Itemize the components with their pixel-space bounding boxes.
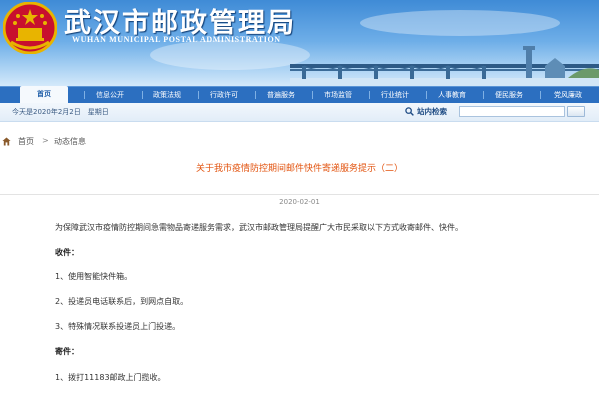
national-emblem-icon bbox=[3, 2, 57, 54]
nav-item-statistics[interactable]: 行业统计 bbox=[371, 87, 419, 103]
date-search-bar: 今天是2020年2月2日 星期日 站内检索 bbox=[0, 103, 599, 122]
current-date: 今天是2020年2月2日 星期日 bbox=[12, 108, 109, 116]
nav-divider bbox=[312, 91, 313, 99]
search-label: 站内检索 bbox=[417, 107, 447, 116]
nav-divider bbox=[483, 91, 484, 99]
receive-item: 3、特殊情况联系投递员上门投递。 bbox=[55, 322, 181, 331]
nav-item-admin-license[interactable]: 行政许可 bbox=[200, 87, 248, 103]
nav-item-market-supervision[interactable]: 市场监管 bbox=[314, 87, 362, 103]
receive-item: 1、使用智能快件箱。 bbox=[55, 272, 133, 281]
search-button[interactable] bbox=[567, 106, 585, 117]
site-search-input[interactable] bbox=[459, 106, 565, 117]
breadcrumb-home-link[interactable]: 首页 bbox=[18, 136, 34, 147]
nav-divider bbox=[540, 91, 541, 99]
article-title: 关于我市疫情防控期间邮件快件寄递服务提示（二） bbox=[195, 164, 403, 174]
nav-divider bbox=[198, 91, 199, 99]
nav-item-universal-service[interactable]: 普遍服务 bbox=[257, 87, 305, 103]
nav-divider bbox=[369, 91, 370, 99]
nav-item-public-service[interactable]: 便民服务 bbox=[485, 87, 533, 103]
yangtze-bridge-illustration bbox=[290, 46, 599, 86]
site-subtitle-english: WUHAN MUNICIPAL POSTAL ADMINISTRATION bbox=[72, 35, 281, 44]
main-navigation: 首页 信息公开 政策法规 行政许可 普遍服务 市场监管 行业统计 人事教育 便民… bbox=[0, 86, 599, 103]
nav-divider bbox=[426, 91, 427, 99]
send-item: 1、拨打11183邮政上门揽收。 bbox=[55, 373, 166, 382]
breadcrumb-separator: > bbox=[42, 136, 49, 145]
breadcrumb-current-link[interactable]: 动态信息 bbox=[54, 136, 86, 147]
nav-divider bbox=[84, 91, 85, 99]
nav-item-party-conduct[interactable]: 党风廉政 bbox=[542, 87, 594, 103]
nav-item-info-disclosure[interactable]: 信息公开 bbox=[86, 87, 134, 103]
receive-item: 2、投递员电话联系后，到网点自取。 bbox=[55, 297, 189, 306]
nav-item-policy[interactable]: 政策法规 bbox=[143, 87, 191, 103]
nav-item-personnel[interactable]: 人事教育 bbox=[428, 87, 476, 103]
nav-divider bbox=[255, 91, 256, 99]
nav-item-home[interactable]: 首页 bbox=[20, 86, 68, 103]
publish-date: 2020-02-01 bbox=[279, 198, 320, 206]
title-divider bbox=[0, 194, 599, 195]
home-icon bbox=[2, 137, 11, 146]
cloud-decoration bbox=[150, 40, 310, 70]
receive-heading: 收件： bbox=[55, 248, 79, 257]
site-banner: 武汉市邮政管理局 WUHAN MUNICIPAL POSTAL ADMINIST… bbox=[0, 0, 599, 86]
send-heading: 寄件： bbox=[55, 347, 79, 356]
article-intro: 为保障武汉市疫情防控期间急需物品寄递服务需求，武汉市邮政管理局提醒广大市民采取以… bbox=[55, 223, 463, 232]
cloud-decoration bbox=[360, 10, 560, 36]
search-icon bbox=[405, 107, 414, 116]
